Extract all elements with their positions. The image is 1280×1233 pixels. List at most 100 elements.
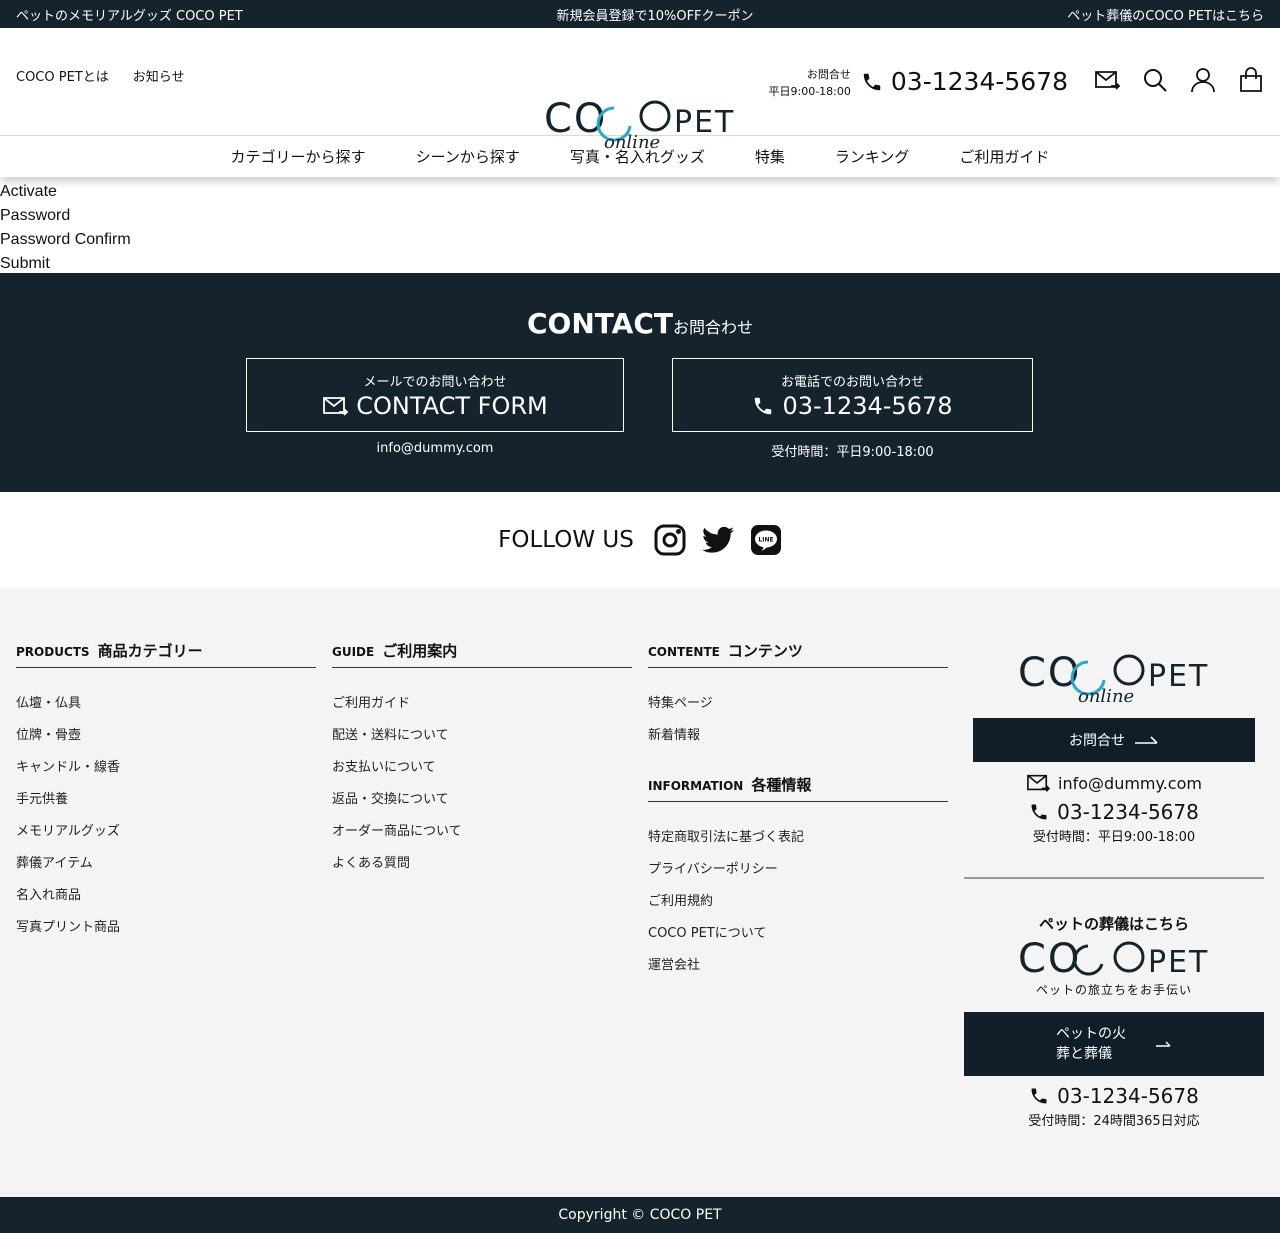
footer-link[interactable]: メモリアルグッズ <box>16 816 316 848</box>
footer-link[interactable]: キャンドル・線香 <box>16 752 316 784</box>
follow-section: FOLLOW US LINE <box>0 492 1280 588</box>
contact-phone-button[interactable]: お電話でのお問い合わせ 03-1234-5678 <box>672 358 1033 432</box>
twitter-icon[interactable] <box>701 526 734 554</box>
password-field[interactable]: Password <box>0 204 1280 228</box>
information-heading-ja: 各種情報 <box>751 776 812 794</box>
contact-title-ja: お問合わせ <box>673 318 754 337</box>
contact-tel-sub: お電話でのお問い合わせ <box>780 375 924 390</box>
phone-icon <box>1031 1088 1047 1104</box>
category-nav: カテゴリーから探す シーンから探す 写真・名入れグッズ 特集 ランキング ご利用… <box>0 136 1280 177</box>
footer-link[interactable]: 運営会社 <box>648 950 948 982</box>
footer-link[interactable]: プライバシーポリシー <box>648 854 948 886</box>
footer-link[interactable]: 返品・交換について <box>332 784 632 816</box>
footer-link[interactable]: 手元供養 <box>16 784 316 816</box>
nav-guide[interactable]: ご利用ガイド <box>959 146 1049 167</box>
contact-hours: 受付時間：平日9:00-18:00 <box>771 445 934 460</box>
footer-guide: GUIDE ご利用案内 ご利用ガイド 配送・送料について お支払いについて 返品・… <box>332 640 632 880</box>
footer-logo[interactable]: CO PET online <box>1018 650 1210 710</box>
information-heading-en: INFORMATION <box>648 779 744 793</box>
contact-mail-sub: メールでのお問い合わせ <box>363 375 507 390</box>
contents-heading-ja: コンテンツ <box>727 642 803 660</box>
footer-link[interactable]: COCO PETについて <box>648 918 948 950</box>
header-icons <box>1094 67 1264 93</box>
hours-label: お問合せ <box>806 68 851 81</box>
header-phone[interactable]: 03-1234-5678 <box>861 67 1068 96</box>
footer-contact-button[interactable]: お問合せ <box>973 718 1255 762</box>
funeral-tagline: ペットの旅立ちをお手伝い <box>1035 983 1192 997</box>
hours-value: 平日9:00-18:00 <box>768 85 851 98</box>
contact-button-label: お問合せ <box>1069 733 1125 749</box>
footer-link[interactable]: 位牌・骨壺 <box>16 720 316 752</box>
contents-heading-en: CONTENTE <box>648 645 720 659</box>
nav-feature[interactable]: 特集 <box>755 146 785 167</box>
header-hours: お問合せ 平日9:00-18:00 <box>769 66 851 100</box>
memorial-goods-link[interactable]: ペットのメモリアルグッズ COCO PET <box>16 5 243 24</box>
nav-ranking[interactable]: ランキング <box>835 146 910 167</box>
cart-icon[interactable] <box>1238 67 1264 93</box>
footer-link[interactable]: 葬儀アイテム <box>16 848 316 880</box>
guide-heading-ja: ご利用案内 <box>382 642 458 660</box>
footer-link[interactable]: 新着情報 <box>648 720 948 752</box>
footer-link[interactable]: ご利用ガイド <box>332 688 632 720</box>
contact-form-button[interactable]: メールでのお問い合わせ CONTACT FORM <box>246 358 624 432</box>
footer-link[interactable]: お支払いについて <box>332 752 632 784</box>
password-confirm-field[interactable]: Password Confirm <box>0 228 1280 252</box>
funeral-block: ペットの葬儀はこちら CO PET ペットの旅立ちをお手伝い ペットの火 葬と葬… <box>964 877 1264 1129</box>
contact-section: CONTACTお問合わせ メールでのお問い合わせ CONTACT FORM in… <box>0 273 1280 492</box>
footer-email[interactable]: info@dummy.com <box>964 772 1264 794</box>
contact-email[interactable]: info@dummy.com <box>246 441 624 456</box>
footer-link[interactable]: 写真プリント商品 <box>16 912 316 944</box>
top-announcement-bar: ペットのメモリアルグッズ COCO PET 新規会員登録で10%OFFクーポン … <box>0 0 1280 28</box>
arrow-right-icon <box>1156 1041 1171 1047</box>
account-icon[interactable] <box>1190 67 1216 93</box>
form-title: Activate <box>0 183 57 200</box>
phone-icon <box>1031 804 1047 820</box>
phone-icon <box>863 73 881 90</box>
header-nav-news[interactable]: お知らせ <box>133 66 185 85</box>
mail-icon <box>1027 774 1051 792</box>
footer-phone-number: 03-1234-5678 <box>1057 800 1199 824</box>
footer-link[interactable]: 特定商取引法に基づく表記 <box>648 822 948 854</box>
nav-scene[interactable]: シーンから探す <box>416 146 520 167</box>
footer-link[interactable]: 仏壇・仏具 <box>16 688 316 720</box>
footer-link[interactable]: ご利用規約 <box>648 886 948 918</box>
footer-email-text: info@dummy.com <box>1058 773 1202 793</box>
footer-link[interactable]: 名入れ商品 <box>16 880 316 912</box>
footer-phone[interactable]: 03-1234-5678 <box>964 800 1264 824</box>
coupon-link[interactable]: 新規会員登録で10%OFFクーポン <box>556 5 753 24</box>
funeral-button-line1: ペットの火 <box>1056 1026 1126 1042</box>
footer-link[interactable]: 特集ページ <box>648 688 948 720</box>
footer-contents: CONTENTE コンテンツ 特集ページ 新着情報 INFORMATION 各種情報… <box>648 640 948 982</box>
contact-phone-number: 03-1234-5678 <box>782 392 953 420</box>
mail-icon[interactable] <box>1094 67 1121 93</box>
site-header: COCO PETとは お知らせ お問合せ 平日9:00-18:00 03-123… <box>0 28 1280 153</box>
footer-link[interactable]: 配送・送料について <box>332 720 632 752</box>
svg-text:PET: PET <box>1148 659 1209 694</box>
footer-hours: 受付時間：平日9:00-18:00 <box>1032 830 1196 845</box>
line-icon[interactable]: LINE <box>750 524 782 556</box>
phone-icon <box>755 397 772 415</box>
search-icon[interactable] <box>1142 67 1168 93</box>
header-nav: COCO PETとは お知らせ <box>16 66 185 85</box>
activate-form: Activate Password Password Confirm Submi… <box>0 177 1280 273</box>
header-nav-about[interactable]: COCO PETとは <box>16 66 109 85</box>
funeral-phone[interactable]: 03-1234-5678 <box>964 1084 1264 1108</box>
header-phone-number[interactable]: 03-1234-5678 <box>891 67 1068 96</box>
svg-text:online: online <box>1078 686 1134 706</box>
footer-link[interactable]: よくある質問 <box>332 848 632 880</box>
follow-label: FOLLOW US <box>498 527 634 553</box>
svg-text:CO: CO <box>1018 940 1081 976</box>
funeral-button[interactable]: ペットの火 葬と葬儀 <box>964 1012 1264 1076</box>
funeral-phone-number: 03-1234-5678 <box>1057 1084 1199 1108</box>
footer-products: PRODUCTS 商品カテゴリー 仏壇・仏具 位牌・骨壺 キャンドル・線香 手元供… <box>16 640 316 944</box>
svg-text:PET: PET <box>1148 945 1209 976</box>
footer-link[interactable]: オーダー商品について <box>332 816 632 848</box>
instagram-icon[interactable] <box>654 524 686 556</box>
header-utility: お問合せ 平日9:00-18:00 03-1234-5678 <box>769 66 1264 100</box>
arrow-right-icon <box>1135 736 1158 744</box>
funeral-site-link[interactable]: ペット葬儀のCOCO PETはこちら <box>1067 5 1264 24</box>
footer-side: CO PET online お問合せ info@dummy.com 03-123… <box>964 588 1264 1129</box>
nav-photo-goods[interactable]: 写真・名入れグッズ <box>570 146 705 167</box>
nav-category[interactable]: カテゴリーから探す <box>231 146 366 167</box>
funeral-logo[interactable]: CO PET <box>1018 936 1210 982</box>
